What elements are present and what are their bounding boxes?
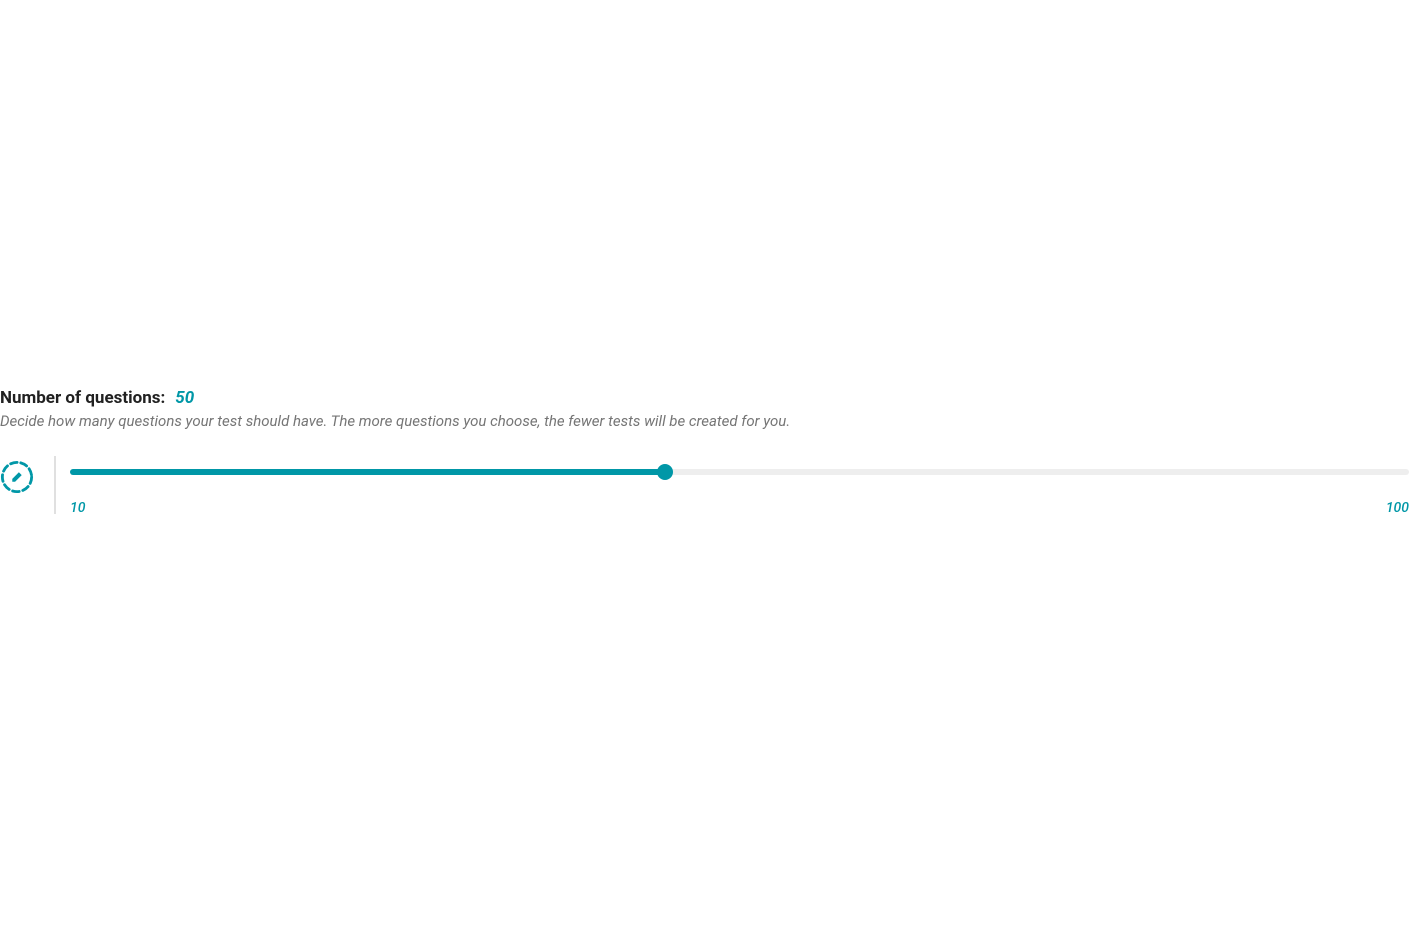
- question-count-value: 50: [175, 388, 194, 408]
- slider-fill: [70, 469, 665, 475]
- question-count-slider[interactable]: [70, 462, 1409, 482]
- description-text: Decide how many questions your test shou…: [0, 412, 1409, 430]
- slider-min-label: 10: [70, 500, 85, 516]
- slider-labels-row: 10 100: [70, 500, 1409, 516]
- slider-max-label: 100: [1386, 500, 1409, 516]
- slider-track: [70, 469, 1409, 475]
- vertical-divider: [54, 456, 56, 514]
- edit-circle-icon: [0, 460, 34, 498]
- heading-row: Number of questions: 50: [0, 388, 1409, 408]
- slider-thumb[interactable]: [657, 464, 673, 480]
- slider-section: 10 100: [0, 462, 1409, 520]
- slider-column: 10 100: [70, 462, 1409, 516]
- question-count-label: Number of questions:: [0, 388, 165, 408]
